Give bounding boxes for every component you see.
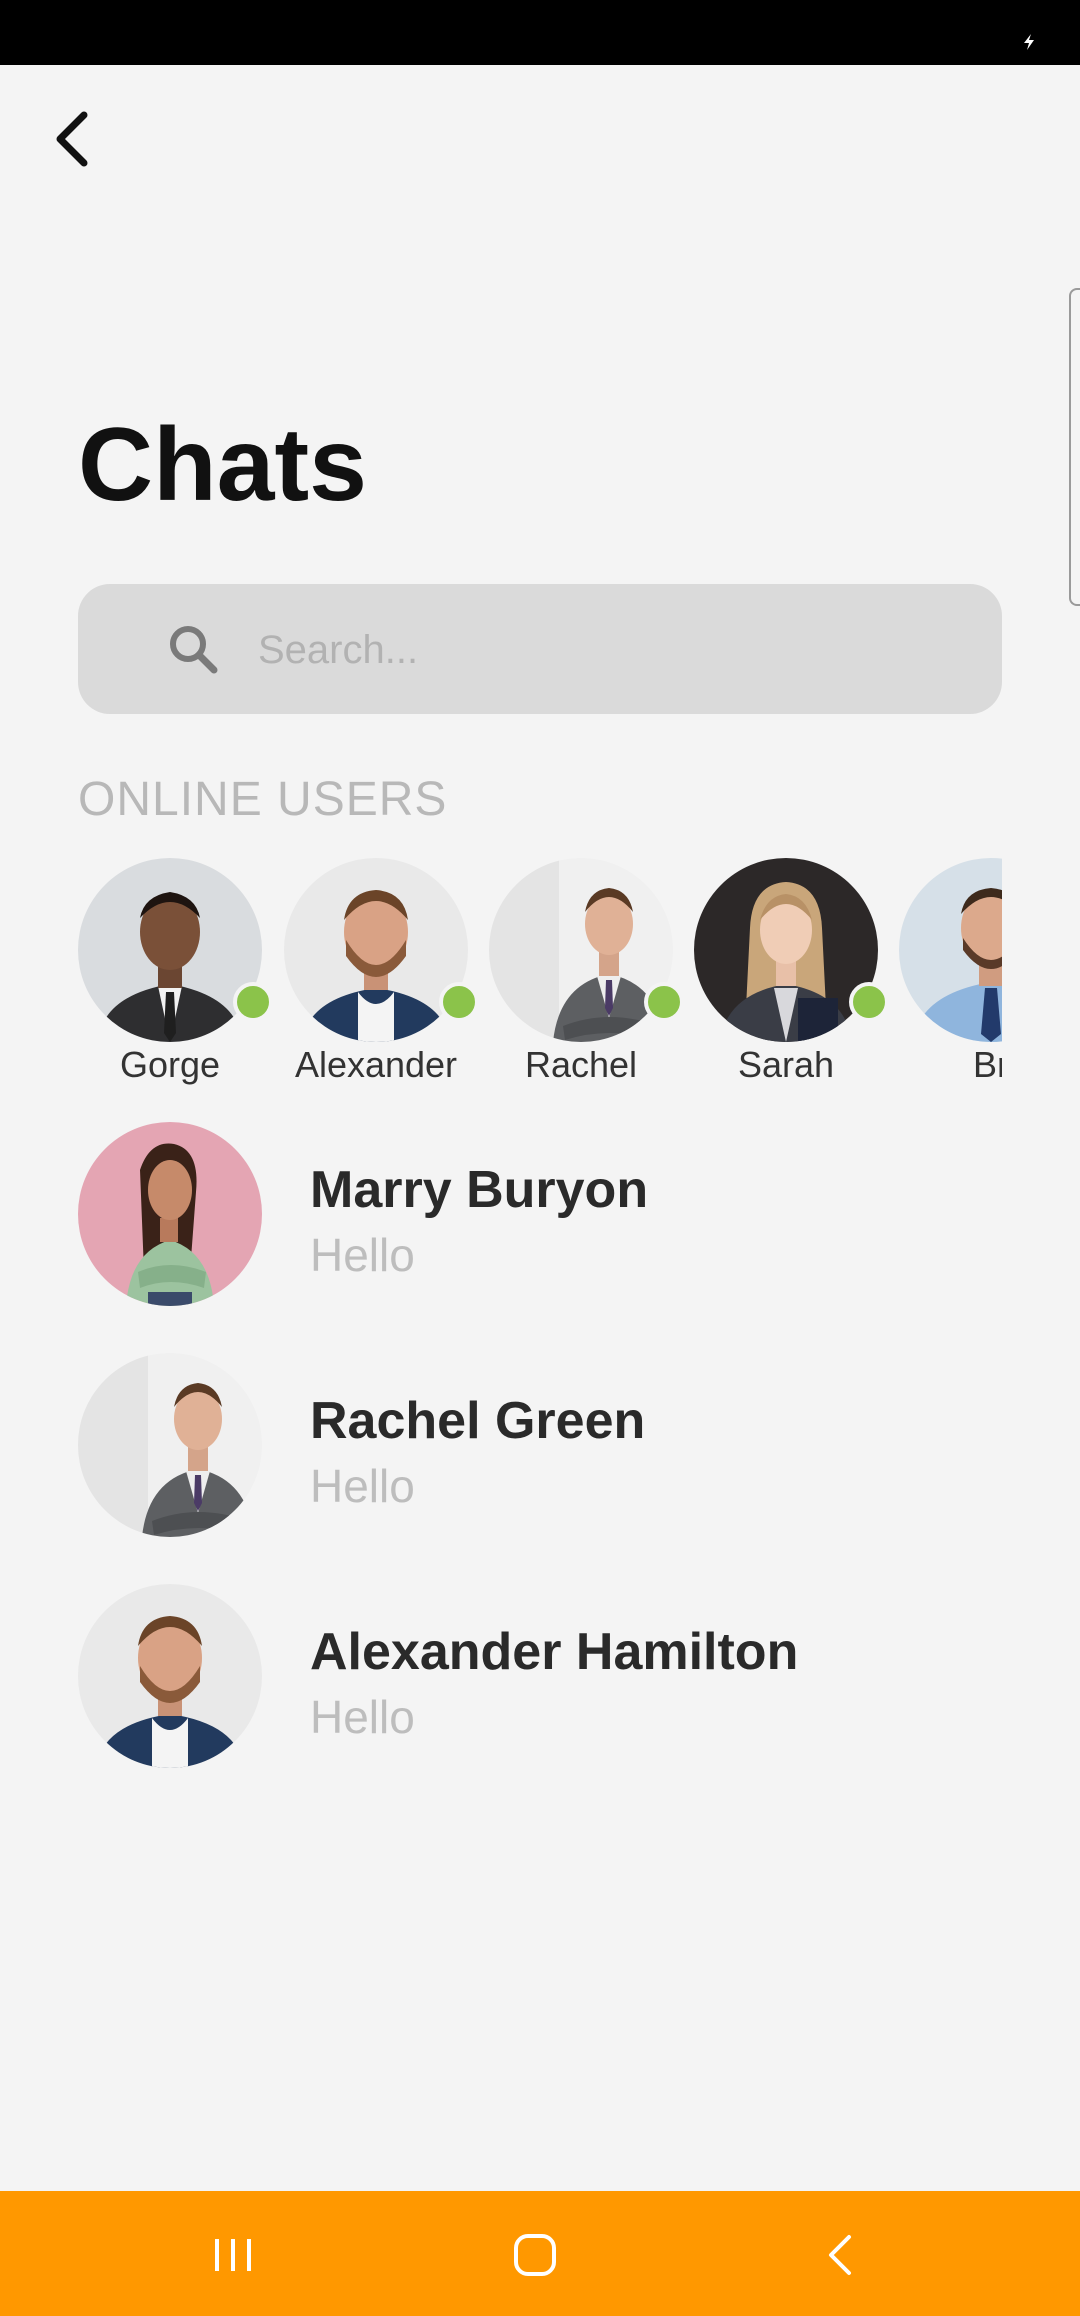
online-status-dot <box>439 982 479 1022</box>
online-user[interactable]: Sarah <box>694 858 894 1098</box>
avatar <box>489 858 673 1042</box>
chat-list-item[interactable]: Rachel Green Hello <box>78 1353 1002 1537</box>
online-user-name: Alexander <box>294 1044 458 1085</box>
online-users-label: ONLINE USERS <box>78 773 448 826</box>
chat-list-item[interactable]: Marry Buryon Hello <box>78 1122 1002 1306</box>
search-bar[interactable] <box>78 584 1002 714</box>
online-user-name: Gorge <box>119 1044 221 1085</box>
online-user[interactable]: Alexander <box>284 858 484 1098</box>
chat-last-message: Hello <box>310 1229 415 1281</box>
online-users-list[interactable]: Gorge Alexander Rachel Sarah B <box>78 858 1002 1098</box>
search-input[interactable] <box>256 614 960 686</box>
online-user[interactable]: Br <box>899 858 1002 1098</box>
avatar <box>284 858 468 1042</box>
avatar <box>78 1584 262 1768</box>
chat-last-message: Hello <box>310 1460 415 1512</box>
avatar <box>78 1122 262 1306</box>
page-title: Chats <box>78 407 367 523</box>
home-button[interactable] <box>500 2223 570 2287</box>
online-user-name: Br <box>973 1044 1002 1085</box>
back-icon <box>829 2235 851 2275</box>
back-button[interactable] <box>44 103 100 175</box>
recents-button[interactable] <box>198 2223 268 2287</box>
home-icon <box>514 2234 556 2276</box>
online-user-name: Rachel <box>524 1044 638 1085</box>
avatar <box>694 858 878 1042</box>
online-status-dot <box>644 982 684 1022</box>
scroll-handle[interactable] <box>1069 288 1080 606</box>
avatar <box>78 1353 262 1537</box>
recents-icon <box>215 2239 251 2271</box>
online-status-dot <box>849 982 889 1022</box>
search-icon <box>170 626 218 674</box>
online-user[interactable]: Rachel <box>489 858 689 1098</box>
online-user-name: Sarah <box>737 1044 835 1085</box>
chat-contact-name: Alexander Hamilton <box>310 1623 799 1681</box>
online-status-dot <box>233 982 273 1022</box>
chat-last-message: Hello <box>310 1691 415 1743</box>
charging-icon <box>1024 34 1034 50</box>
avatar <box>78 858 262 1042</box>
chat-contact-name: Marry Buryon <box>310 1161 649 1219</box>
system-nav-bar <box>0 2191 1080 2316</box>
status-bar <box>0 0 1080 65</box>
chat-contact-name: Rachel Green <box>310 1392 646 1450</box>
chevron-left-icon <box>56 111 88 167</box>
system-back-button[interactable] <box>805 2223 875 2287</box>
avatar <box>899 858 1002 1042</box>
online-user[interactable]: Gorge <box>78 858 278 1098</box>
chat-list-item[interactable]: Alexander Hamilton Hello <box>78 1584 1002 1768</box>
